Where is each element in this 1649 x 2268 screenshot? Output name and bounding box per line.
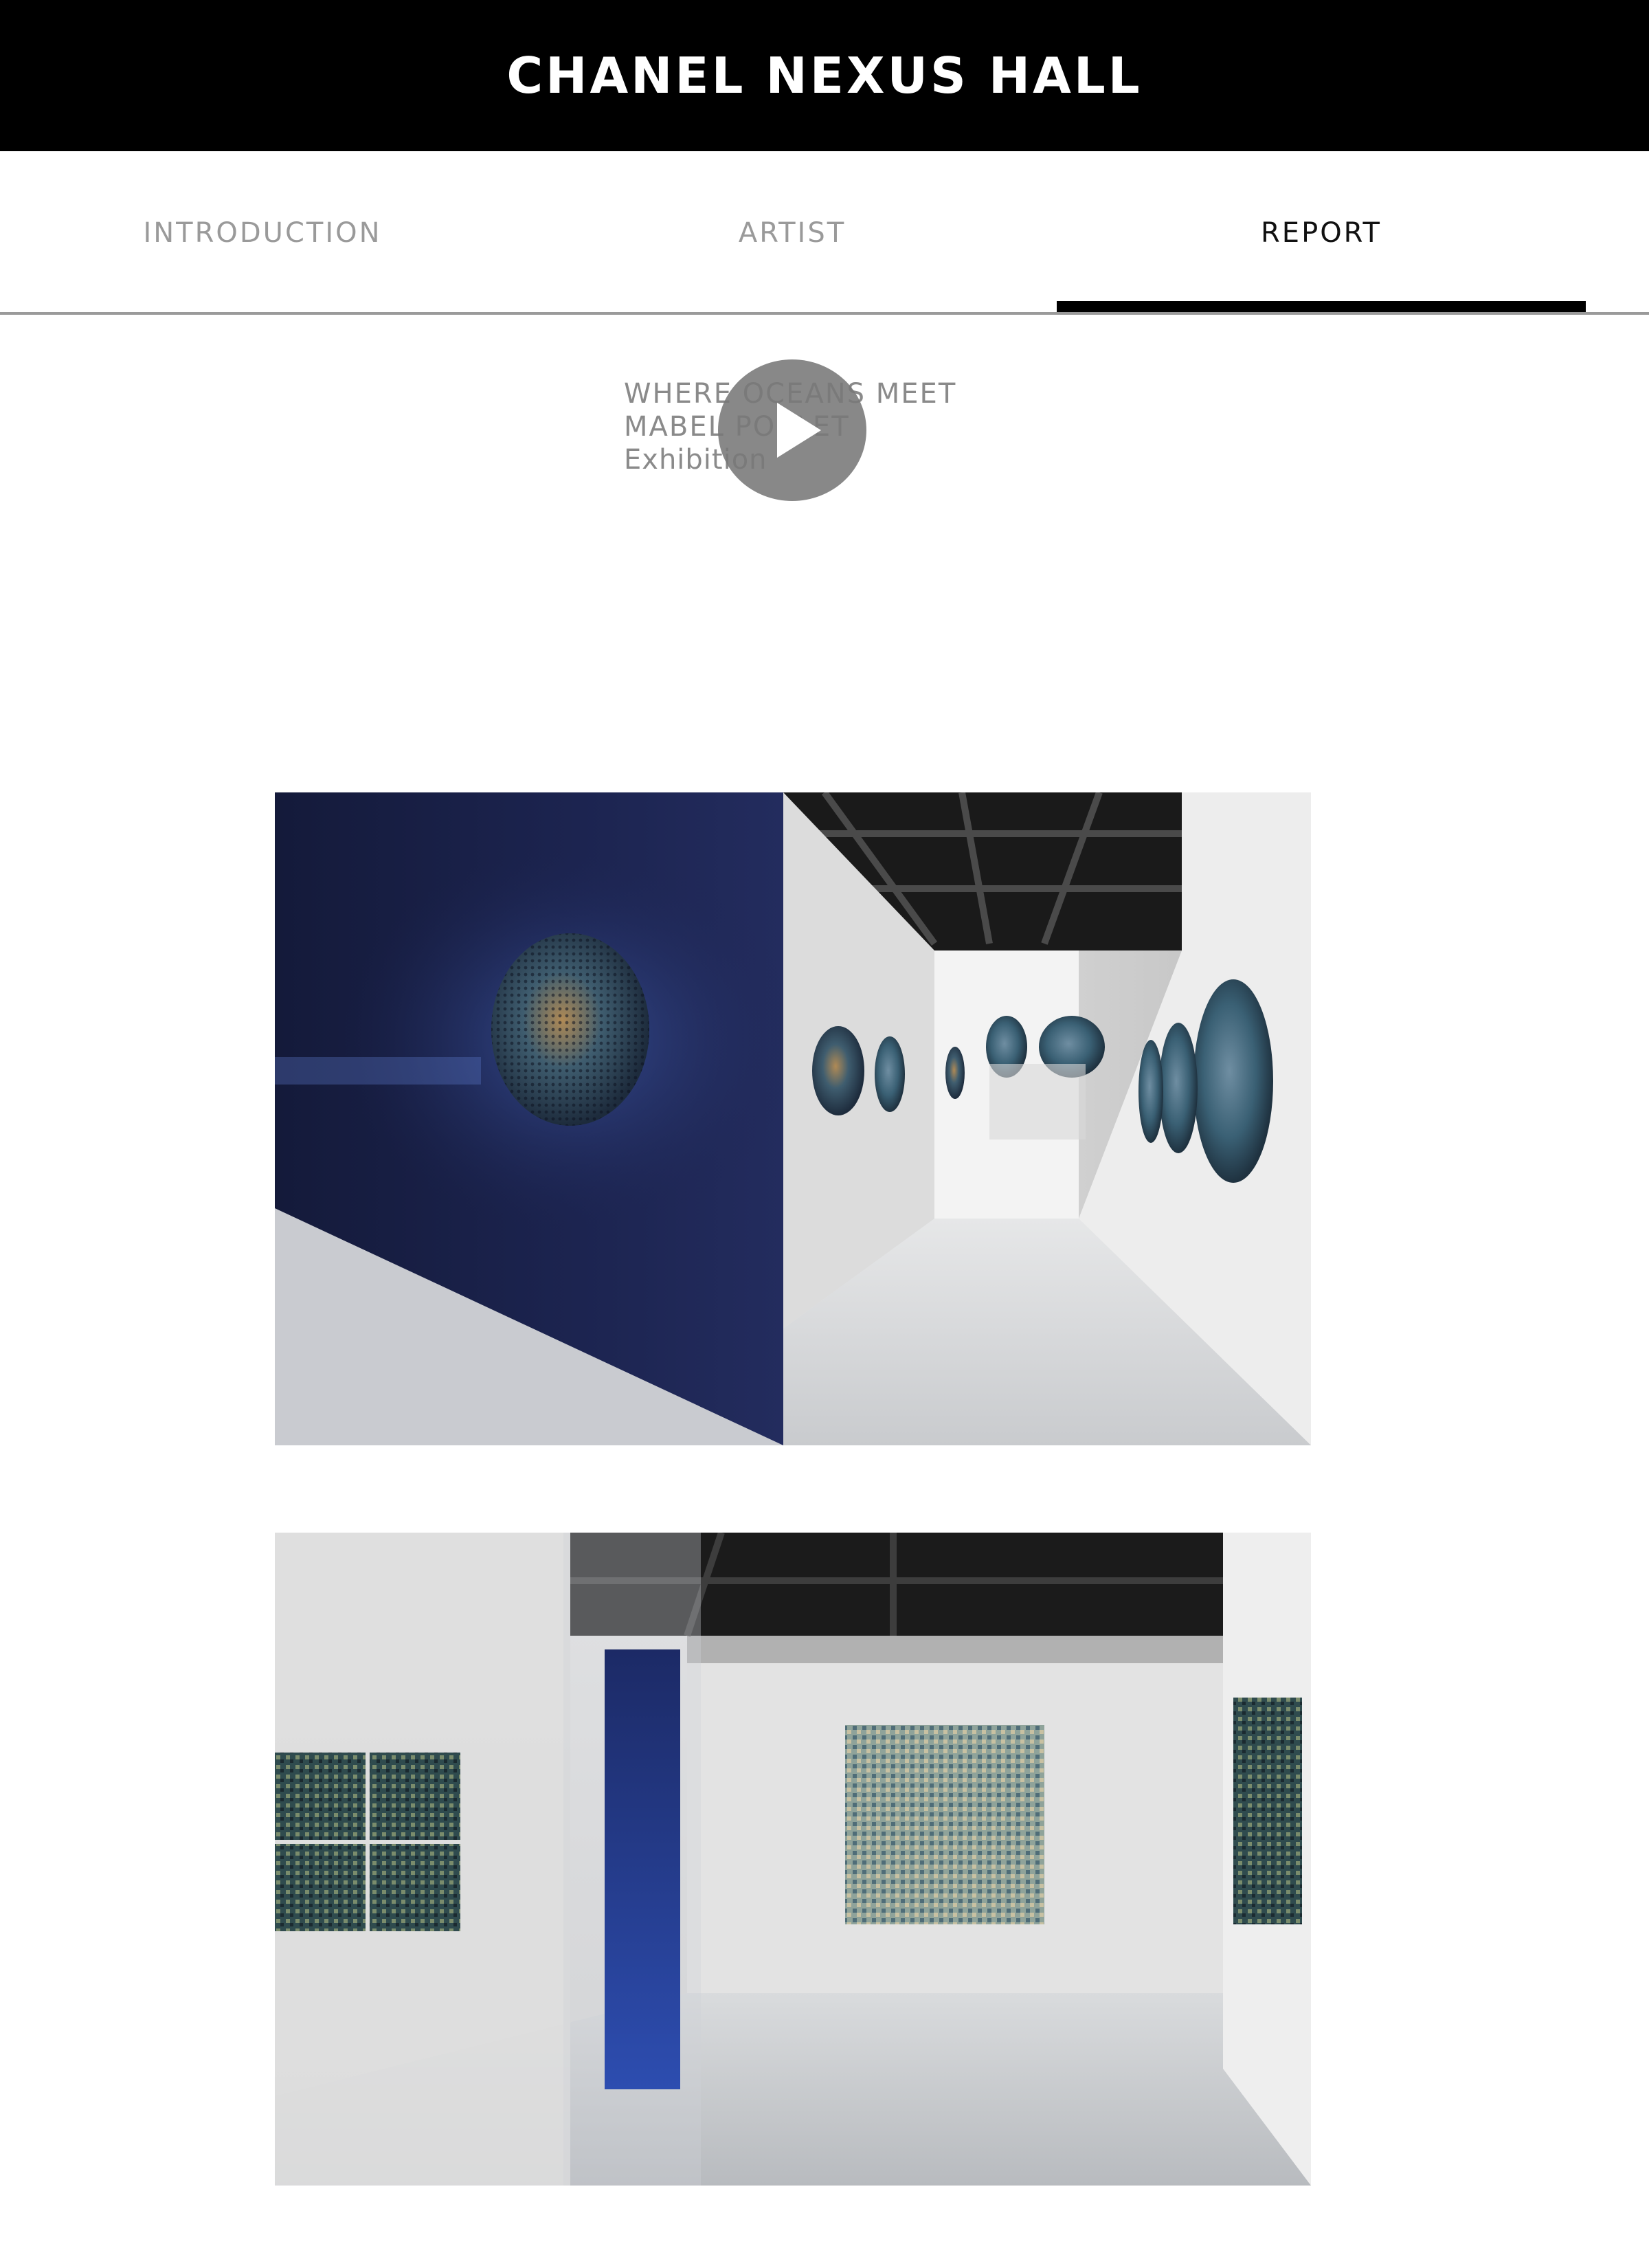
active-tab-indicator (1057, 301, 1586, 312)
tab-bar: INTRODUCTION ARTIST REPORT (0, 151, 1649, 315)
exhibition-photo-room (275, 1533, 1311, 2186)
page: CHANEL NEXUS HALL INTRODUCTION ARTIST RE… (0, 0, 1649, 2268)
exhibition-photo-hallway (275, 792, 1311, 1445)
play-icon (777, 403, 821, 458)
play-button[interactable] (718, 359, 866, 501)
brand-logo[interactable]: CHANEL NEXUS HALL (506, 47, 1142, 104)
tab-introduction[interactable]: INTRODUCTION (0, 151, 525, 315)
site-header: CHANEL NEXUS HALL (0, 0, 1649, 151)
tab-artist[interactable]: ARTIST (528, 151, 1056, 315)
tab-report[interactable]: REPORT (1057, 151, 1586, 315)
